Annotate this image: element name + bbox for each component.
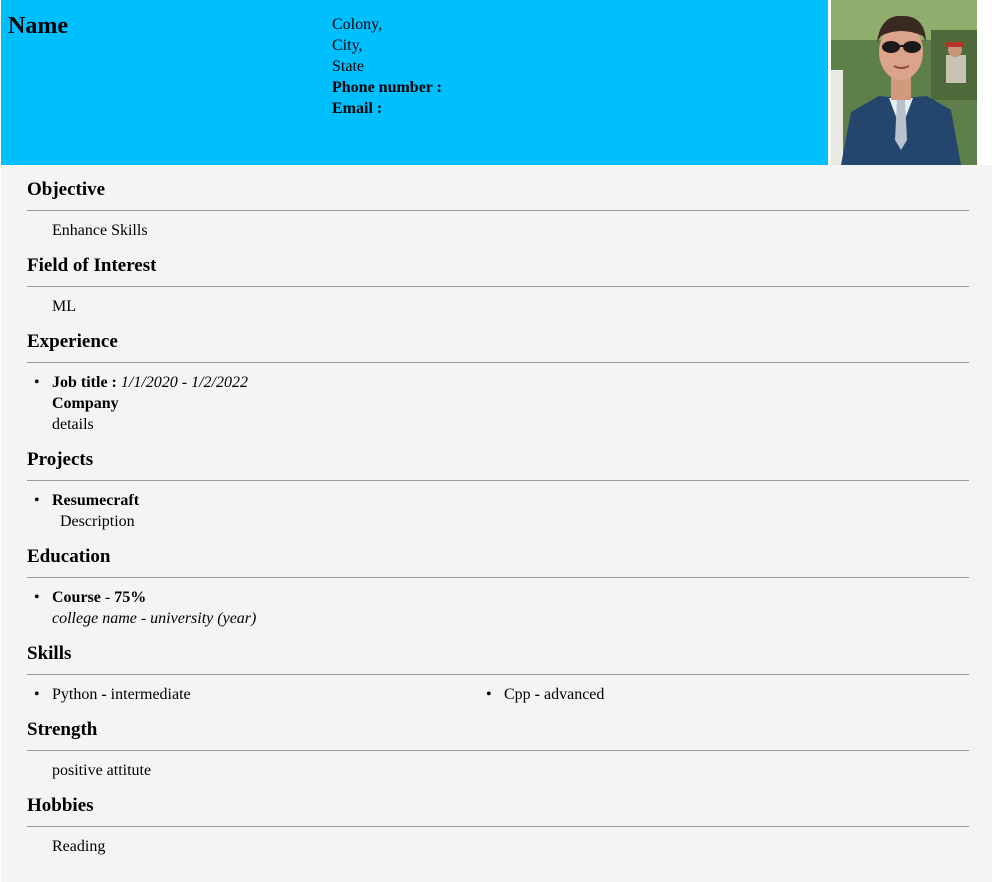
resume-body: Objective Enhance Skills Field of Intere… bbox=[1, 165, 992, 882]
job-title-label: Job title : bbox=[52, 374, 117, 391]
section-title-experience: Experience bbox=[27, 331, 118, 352]
project-description: Description bbox=[60, 513, 135, 530]
job-dates: 1/1/2020 - 1/2/2022 bbox=[120, 374, 248, 391]
course-separator: - bbox=[100, 589, 115, 606]
phone-label: Phone number : bbox=[332, 79, 442, 96]
contact-block: Colony, City, State Phone number : Email… bbox=[332, 14, 442, 119]
skill-level: advanced bbox=[544, 686, 605, 703]
section-title-hobbies: Hobbies bbox=[27, 795, 94, 816]
skill-name: Python bbox=[52, 686, 98, 703]
project-item: Resumecraft Description bbox=[34, 490, 140, 532]
email-label: Email : bbox=[332, 100, 383, 117]
section-divider bbox=[27, 210, 969, 211]
interest-text: ML bbox=[52, 298, 76, 315]
hobbies-text: Reading bbox=[52, 838, 106, 855]
section-title-strength: Strength bbox=[27, 719, 98, 740]
experience-item: Job title : 1/1/2020 - 1/2/2022 Company … bbox=[34, 372, 248, 435]
job-details: details bbox=[52, 416, 94, 433]
skill-separator: - bbox=[97, 686, 111, 703]
skill-name: Cpp bbox=[504, 686, 531, 703]
skill-separator: - bbox=[530, 686, 544, 703]
address-line-state: State bbox=[332, 58, 364, 75]
skill-item: Python - intermediate bbox=[34, 684, 191, 705]
address-line-colony: Colony, bbox=[332, 16, 383, 33]
section-title-projects: Projects bbox=[27, 449, 94, 470]
college-name: college name - university (year) bbox=[52, 610, 257, 627]
profile-photo bbox=[831, 0, 977, 165]
section-divider bbox=[27, 362, 969, 363]
resume-header: Name Colony, City, State Phone number : … bbox=[0, 0, 992, 165]
company-name: Company bbox=[52, 395, 119, 412]
section-divider bbox=[27, 480, 969, 481]
skill-level: intermediate bbox=[110, 686, 191, 703]
section-divider bbox=[27, 674, 969, 675]
education-item: Course - 75% college name - university (… bbox=[34, 587, 257, 629]
project-name: Resumecraft bbox=[52, 492, 140, 509]
skill-item: Cpp - advanced bbox=[486, 684, 605, 705]
section-title-education: Education bbox=[27, 546, 111, 567]
section-title-interest: Field of Interest bbox=[27, 255, 157, 276]
section-title-objective: Objective bbox=[27, 179, 106, 200]
course-name: Course bbox=[52, 589, 101, 606]
address-line-city: City, bbox=[332, 37, 363, 54]
section-divider bbox=[27, 577, 969, 578]
section-divider bbox=[27, 286, 969, 287]
section-title-skills: Skills bbox=[27, 643, 72, 664]
section-divider bbox=[27, 826, 969, 827]
resume-name: Name bbox=[8, 13, 68, 39]
section-divider bbox=[27, 750, 969, 751]
objective-text: Enhance Skills bbox=[52, 222, 148, 239]
strength-text: positive attitute bbox=[52, 762, 152, 779]
course-score: 75% bbox=[114, 589, 147, 606]
